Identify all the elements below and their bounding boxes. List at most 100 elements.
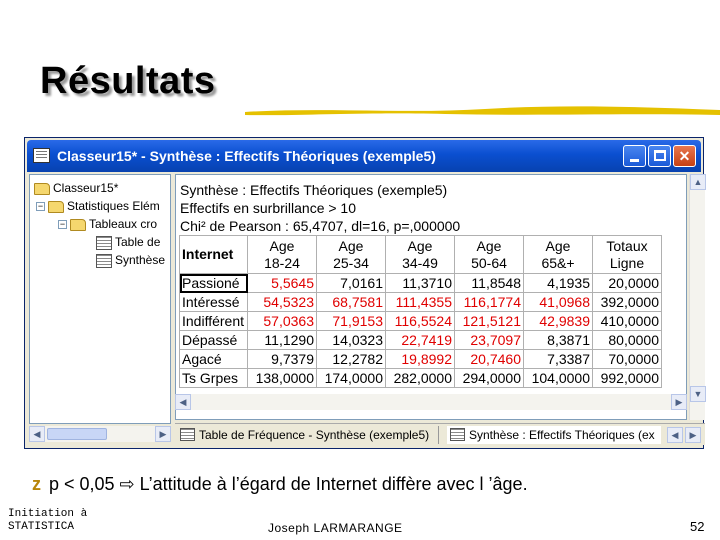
table-cell[interactable]: 116,5524 (385, 311, 455, 331)
tree-item-statistiques[interactable]: − Statistiques Elém (36, 197, 160, 215)
scroll-thumb[interactable] (47, 428, 107, 440)
scroll-right-icon[interactable]: ▶ (671, 394, 687, 410)
table-cell[interactable]: 54,5323 (247, 292, 317, 312)
row-label[interactable]: Intéressé (179, 292, 248, 312)
scroll-down-icon[interactable]: ▼ (690, 386, 706, 402)
table-cell[interactable]: 11,8548 (454, 273, 524, 293)
table-cell[interactable]: 138,0000 (247, 368, 317, 388)
column-header-bottom: 34-49 (402, 254, 438, 271)
minimize-button[interactable] (623, 145, 646, 167)
close-icon: ✕ (678, 148, 691, 164)
conclusion-bullet: z p < 0,05 ⇨ L’attitude à l’égard de Inte… (32, 474, 528, 495)
table-cell[interactable]: 70,0000 (592, 349, 662, 369)
tree-horizontal-scrollbar[interactable]: ◀ ▶ (29, 426, 171, 442)
table-cell[interactable]: 42,9839 (523, 311, 593, 331)
workbook-tree: Classeur15* − Statistiques Elém − Tableaux… (29, 174, 171, 424)
table-cell[interactable]: 20,7460 (454, 349, 524, 369)
column-header[interactable]: Totaux Ligne (592, 235, 662, 274)
tree-item-label: Classeur15* (53, 181, 119, 195)
column-header-top: Totaux (606, 237, 648, 254)
table-cell[interactable]: 121,5121 (454, 311, 524, 331)
table-cell[interactable]: 174,0000 (316, 368, 386, 388)
tree-item-synthese[interactable]: Synthèse (96, 251, 165, 269)
scroll-right-icon[interactable]: ▶ (155, 426, 171, 442)
column-header[interactable]: Age 50-64 (454, 235, 524, 274)
table-cell[interactable]: 104,0000 (523, 368, 593, 388)
column-header[interactable]: Age 65&+ (523, 235, 593, 274)
table-cell[interactable]: 80,0000 (592, 330, 662, 350)
tab-scroll-right-icon[interactable]: ▶ (685, 427, 701, 443)
column-header-top: Age (476, 237, 502, 254)
table-row[interactable]: Indifférent 57,0363 71,9153 116,5524 121,512… (179, 311, 662, 331)
table-row[interactable]: Agacé 9,7379 12,2782 19,8992 20,7460 7,3387 70… (179, 349, 662, 369)
tab-label: Synthèse : Effectifs Théoriques (ex (469, 428, 655, 442)
row-label[interactable]: Agacé (179, 349, 248, 369)
window-titlebar[interactable]: Classeur15* - Synthèse : Effectifs Théor… (27, 140, 701, 172)
table-row[interactable]: Ts Grpes 138,0000 174,0000 282,0000 294,0000… (179, 368, 662, 388)
table-cell[interactable]: 392,0000 (592, 292, 662, 312)
table-cell[interactable]: 20,0000 (592, 273, 662, 293)
page-number: 52 (690, 519, 705, 534)
table-cell[interactable]: 294,0000 (454, 368, 524, 388)
sheet-vertical-scrollbar[interactable]: ▲ ▼ (689, 174, 706, 420)
sheet-tab-bar: Table de Fréquence - Synthèse (exemple5)… (175, 423, 705, 445)
table-cell[interactable]: 992,0000 (592, 368, 662, 388)
table-cell[interactable]: 14,0323 (316, 330, 386, 350)
table-cell[interactable]: 7,3387 (523, 349, 593, 369)
table-cell[interactable]: 71,9153 (316, 311, 386, 331)
table-cell[interactable]: 68,7581 (316, 292, 386, 312)
table-cell[interactable]: 111,4355 (385, 292, 455, 312)
table-row[interactable]: Intéressé 54,5323 68,7581 111,4355 116,1774 4… (179, 292, 662, 312)
table-cell[interactable]: 8,3871 (523, 330, 593, 350)
row-label[interactable]: Ts Grpes (179, 368, 248, 388)
tab-table-frequence[interactable]: Table de Fréquence - Synthèse (exemple5) (177, 426, 439, 444)
table-corner-header[interactable]: Internet (179, 235, 248, 274)
table-row[interactable]: Passioné 5,5645 7,0161 11,3710 11,8548 4,1935… (179, 273, 662, 293)
column-header[interactable]: Age 18-24 (247, 235, 317, 274)
table-cell[interactable]: 282,0000 (385, 368, 455, 388)
column-header[interactable]: Age 25-34 (316, 235, 386, 274)
tab-synthese[interactable]: Synthèse : Effectifs Théoriques (ex (447, 426, 661, 444)
table-cell[interactable]: 12,2782 (316, 349, 386, 369)
collapse-icon[interactable]: − (36, 202, 45, 212)
footer-author: Joseph LARMARANGE (268, 521, 403, 535)
row-label[interactable]: Passioné (179, 273, 248, 293)
tree-item-label: Tableaux cro (89, 217, 158, 231)
table-cell[interactable]: 19,8992 (385, 349, 455, 369)
table-cell[interactable]: 41,0968 (523, 292, 593, 312)
tab-scroll-left-icon[interactable]: ◀ (667, 427, 683, 443)
tree-item-classeur[interactable]: Classeur15* (34, 179, 118, 197)
column-header-bottom: 25-34 (333, 254, 369, 271)
column-header-bottom: 65&+ (541, 254, 575, 271)
scroll-up-icon[interactable]: ▲ (690, 174, 706, 190)
tree-item-tableaux[interactable]: − Tableaux cro (58, 215, 157, 233)
row-label[interactable]: Indifférent (179, 311, 248, 331)
row-label[interactable]: Dépassé (179, 330, 248, 350)
table-cell[interactable]: 9,7379 (247, 349, 317, 369)
table-cell[interactable]: 116,1774 (454, 292, 524, 312)
table-cell[interactable]: 5,5645 (247, 273, 317, 293)
statistica-window: Classeur15* - Synthèse : Effectifs Théor… (24, 137, 706, 449)
sheet-horizontal-scrollbar[interactable]: ◀ ▶ (175, 394, 687, 410)
column-header-bottom: 50-64 (471, 254, 507, 271)
sheet-icon (450, 428, 465, 441)
close-button[interactable]: ✕ (673, 145, 696, 167)
scroll-left-icon[interactable]: ◀ (29, 426, 45, 442)
table-cell[interactable]: 57,0363 (247, 311, 317, 331)
table-cell[interactable]: 22,7419 (385, 330, 455, 350)
scroll-left-icon[interactable]: ◀ (175, 394, 191, 410)
table-cell[interactable]: 7,0161 (316, 273, 386, 293)
table-row[interactable]: Dépassé 11,1290 14,0323 22,7419 23,7097 8,387… (179, 330, 662, 350)
table-cell[interactable]: 4,1935 (523, 273, 593, 293)
table-cell[interactable]: 11,3710 (385, 273, 455, 293)
column-header[interactable]: Age 34-49 (385, 235, 455, 274)
maximize-button[interactable] (648, 145, 671, 167)
table-cell[interactable]: 11,1290 (247, 330, 317, 350)
sheet-icon (96, 235, 112, 250)
table-cell[interactable]: 410,0000 (592, 311, 662, 331)
tree-item-label: Table de (115, 235, 161, 249)
tree-item-table-de[interactable]: Table de (96, 233, 160, 251)
tree-item-label: Synthèse (115, 253, 166, 267)
table-cell[interactable]: 23,7097 (454, 330, 524, 350)
collapse-icon[interactable]: − (58, 220, 67, 230)
